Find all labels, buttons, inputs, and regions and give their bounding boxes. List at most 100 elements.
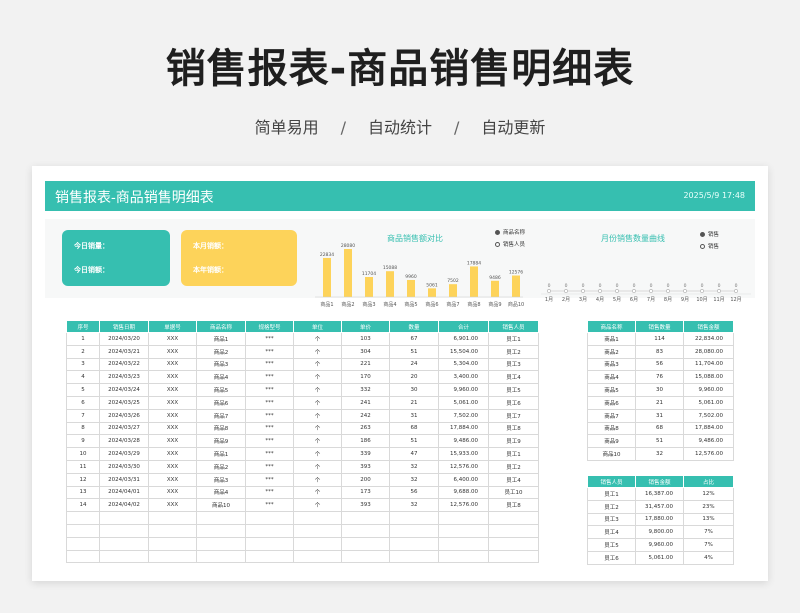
staff-summary-cell[interactable]: 23% [683, 499, 734, 514]
detail-empty-cell[interactable] [245, 549, 294, 564]
detail-cell[interactable]: 9,688.00 [438, 485, 489, 500]
detail-cell[interactable]: 1 [66, 332, 100, 346]
product-summary-cell[interactable]: 商品10 [587, 447, 636, 461]
detail-empty-cell[interactable] [389, 523, 439, 538]
detail-empty-cell[interactable] [66, 549, 100, 564]
detail-cell[interactable]: 商品3 [196, 472, 246, 487]
detail-cell[interactable]: 32 [389, 498, 439, 513]
detail-cell[interactable]: 200 [341, 472, 390, 487]
detail-cell[interactable]: 242 [341, 408, 390, 423]
detail-cell[interactable]: 员工4 [488, 370, 539, 385]
detail-cell[interactable]: 393 [341, 459, 390, 474]
detail-cell[interactable]: XXX [148, 498, 197, 513]
detail-cell[interactable]: XXX [148, 332, 197, 346]
detail-cell[interactable]: 商品1 [196, 447, 246, 461]
product-summary-cell[interactable]: 56 [635, 357, 684, 372]
detail-empty-cell[interactable] [196, 536, 246, 551]
detail-cell[interactable]: *** [245, 357, 294, 372]
detail-cell[interactable]: 11 [66, 459, 100, 474]
detail-cell[interactable]: 12,576.00 [438, 459, 489, 474]
product-summary-cell[interactable]: 31 [635, 408, 684, 423]
product-summary-cell[interactable]: 15,088.00 [683, 370, 734, 385]
detail-cell[interactable]: 9 [66, 434, 100, 449]
detail-cell[interactable]: 2024/03/21 [99, 344, 149, 359]
detail-cell[interactable]: 393 [341, 498, 390, 513]
detail-cell[interactable]: 商品4 [196, 370, 246, 385]
detail-cell[interactable]: 51 [389, 344, 439, 359]
detail-cell[interactable]: 263 [341, 421, 390, 436]
detail-empty-cell[interactable] [99, 549, 149, 564]
detail-cell[interactable]: 173 [341, 485, 390, 500]
staff-summary-cell[interactable]: 4% [683, 550, 734, 565]
detail-empty-cell[interactable] [341, 511, 390, 525]
detail-cell[interactable]: 14 [66, 498, 100, 513]
detail-empty-cell[interactable] [488, 549, 539, 564]
detail-cell[interactable]: 15,933.00 [438, 447, 489, 461]
detail-cell[interactable]: 2024/03/22 [99, 357, 149, 372]
product-summary-cell[interactable]: 商品4 [587, 370, 636, 385]
detail-empty-cell[interactable] [196, 511, 246, 525]
detail-empty-cell[interactable] [148, 536, 197, 551]
detail-cell[interactable]: 9,486.00 [438, 434, 489, 449]
staff-summary-cell[interactable]: 9,960.00 [635, 538, 684, 552]
detail-empty-cell[interactable] [389, 549, 439, 564]
product-summary-cell[interactable]: 17,884.00 [683, 421, 734, 436]
product-summary-cell[interactable]: 9,486.00 [683, 434, 734, 449]
detail-cell[interactable]: 商品6 [196, 395, 246, 410]
detail-cell[interactable]: 商品2 [196, 344, 246, 359]
detail-cell[interactable]: 商品8 [196, 421, 246, 436]
detail-cell[interactable]: 15,504.00 [438, 344, 489, 359]
detail-cell[interactable]: 56 [389, 485, 439, 500]
detail-cell[interactable]: 103 [341, 332, 390, 346]
detail-cell[interactable]: *** [245, 408, 294, 423]
detail-cell[interactable]: 2024/03/24 [99, 383, 149, 397]
detail-cell[interactable]: XXX [148, 434, 197, 449]
product-summary-cell[interactable]: 12,576.00 [683, 447, 734, 461]
detail-cell[interactable]: 32 [389, 459, 439, 474]
detail-cell[interactable]: *** [245, 485, 294, 500]
product-summary-cell[interactable]: 21 [635, 395, 684, 410]
detail-cell[interactable]: 6 [66, 395, 100, 410]
product-summary-cell[interactable]: 商品9 [587, 434, 636, 449]
detail-cell[interactable]: 员工2 [488, 344, 539, 359]
detail-empty-cell[interactable] [66, 511, 100, 525]
product-summary-cell[interactable]: 11,704.00 [683, 357, 734, 372]
detail-empty-cell[interactable] [293, 536, 342, 551]
detail-cell[interactable]: 241 [341, 395, 390, 410]
detail-cell[interactable]: 170 [341, 370, 390, 385]
detail-cell[interactable]: 8 [66, 421, 100, 436]
detail-cell[interactable]: 2024/03/26 [99, 408, 149, 423]
product-summary-cell[interactable]: 83 [635, 344, 684, 359]
detail-cell[interactable]: 2024/03/29 [99, 447, 149, 461]
detail-cell[interactable]: *** [245, 447, 294, 461]
detail-empty-cell[interactable] [389, 536, 439, 551]
detail-cell[interactable]: 个 [293, 332, 342, 346]
detail-cell[interactable]: 商品5 [196, 383, 246, 397]
detail-cell[interactable]: 17,884.00 [438, 421, 489, 436]
detail-cell[interactable]: 个 [293, 357, 342, 372]
detail-cell[interactable]: 51 [389, 434, 439, 449]
staff-summary-cell[interactable]: 员工3 [587, 512, 636, 527]
detail-cell[interactable]: 商品4 [196, 485, 246, 500]
detail-empty-cell[interactable] [488, 511, 539, 525]
product-summary-cell[interactable]: 商品8 [587, 421, 636, 436]
detail-empty-cell[interactable] [293, 549, 342, 564]
detail-cell[interactable]: 员工7 [488, 408, 539, 423]
detail-cell[interactable]: 员工5 [488, 383, 539, 397]
detail-empty-cell[interactable] [196, 523, 246, 538]
detail-cell[interactable]: 2024/03/28 [99, 434, 149, 449]
staff-summary-cell[interactable]: 17,880.00 [635, 512, 684, 527]
staff-summary-cell[interactable]: 员工2 [587, 499, 636, 514]
staff-summary-cell[interactable]: 7% [683, 525, 734, 540]
detail-cell[interactable]: *** [245, 383, 294, 397]
product-summary-cell[interactable]: 76 [635, 370, 684, 385]
product-summary-cell[interactable]: 28,080.00 [683, 344, 734, 359]
detail-empty-cell[interactable] [438, 523, 489, 538]
detail-empty-cell[interactable] [66, 523, 100, 538]
detail-cell[interactable]: *** [245, 459, 294, 474]
detail-cell[interactable]: XXX [148, 344, 197, 359]
detail-cell[interactable]: 12 [66, 472, 100, 487]
detail-cell[interactable]: 个 [293, 421, 342, 436]
detail-cell[interactable]: 个 [293, 485, 342, 500]
detail-cell[interactable]: XXX [148, 459, 197, 474]
